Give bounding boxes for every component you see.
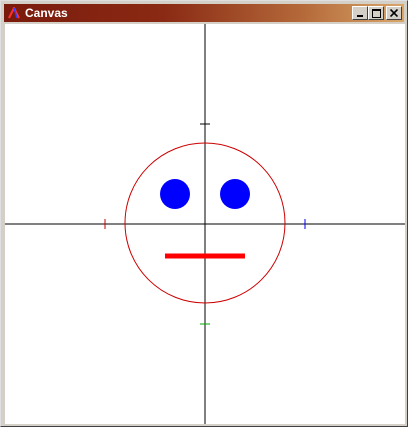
maximize-button[interactable] <box>368 6 384 20</box>
close-button[interactable] <box>386 6 402 20</box>
canvas-window: Canvas <box>0 0 408 427</box>
title-bar[interactable]: Canvas <box>4 4 404 22</box>
left-eye <box>160 179 190 209</box>
minimize-button[interactable] <box>352 6 368 20</box>
minimize-icon <box>357 15 363 17</box>
canvas-surface <box>5 24 405 424</box>
window-title: Canvas <box>25 6 68 20</box>
title-buttons <box>352 6 402 20</box>
close-icon <box>390 9 398 17</box>
right-eye <box>220 179 250 209</box>
app-logo-icon[interactable] <box>6 5 22 21</box>
drawing-canvas[interactable] <box>5 24 405 424</box>
maximize-icon <box>371 8 381 18</box>
